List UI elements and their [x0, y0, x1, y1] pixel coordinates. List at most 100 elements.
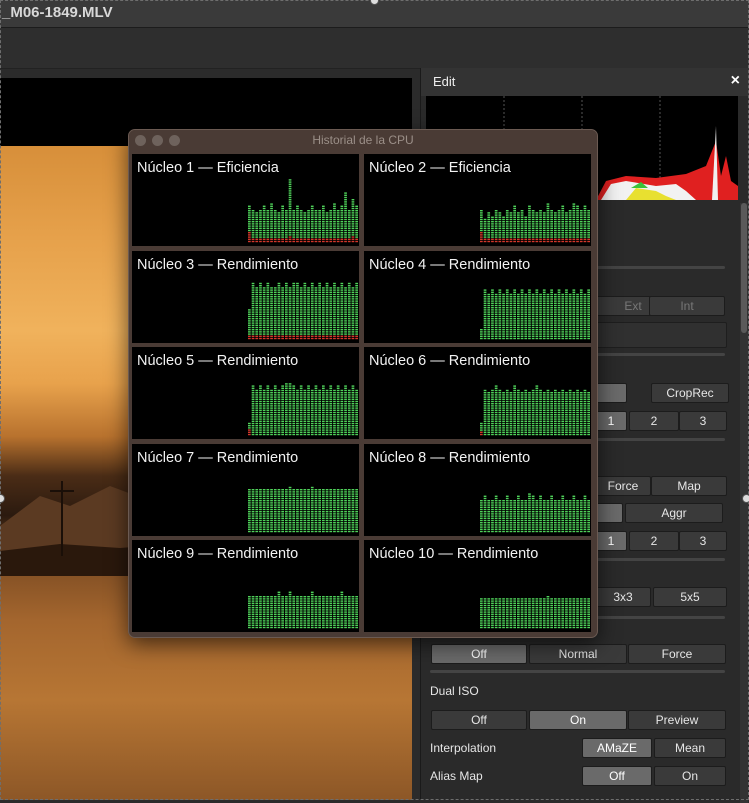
cpu-usage-bar: [517, 390, 520, 435]
cpu-usage-bar: [517, 293, 520, 338]
cpu-usage-bar: [296, 206, 299, 243]
cpu-usage-bar: [267, 489, 270, 532]
cpu-usage-bar: [547, 390, 550, 435]
resize-handle[interactable]: [742, 494, 749, 503]
value-field[interactable]: [595, 322, 727, 348]
cpu-usage-bar: [285, 282, 288, 338]
cpu-core-label: Núcleo 9 — Rendimiento: [137, 546, 298, 562]
cpu-core-label: Núcleo 7 — Rendimiento: [137, 450, 298, 466]
cpu-usage-bar: [307, 489, 310, 532]
close-icon[interactable]: ×: [731, 72, 740, 90]
cpu-usage-bar: [561, 598, 564, 628]
cpu-usage-bar: [484, 495, 487, 532]
cpu-usage-bar: [326, 489, 329, 532]
option-button-active[interactable]: [595, 383, 627, 403]
cpu-usage-bar: [296, 390, 299, 435]
5x5-button[interactable]: 5x5: [653, 587, 727, 607]
cpu-usage-bar: [318, 390, 321, 435]
cpu-usage-bar: [352, 287, 355, 339]
cpu-window-titlebar[interactable]: Historial de la CPU: [129, 130, 597, 150]
cpu-usage-bar: [573, 495, 576, 532]
cpu-usage-bar: [565, 500, 568, 532]
scroll-thumb[interactable]: [741, 203, 747, 333]
cpu-usage-bar: [281, 596, 284, 628]
cpu-usage-bar: [565, 392, 568, 435]
cpu-usage-bar: [510, 212, 513, 242]
cpu-usage-bar: [307, 385, 310, 435]
3x3-button[interactable]: 3x3: [595, 587, 651, 607]
cpu-usage-bar: [248, 489, 251, 532]
cpu-usage-bar: [255, 596, 258, 628]
cpu-usage-bar: [322, 287, 325, 339]
cpu-usage-bar: [333, 282, 336, 338]
option-1-button[interactable]: 1: [595, 531, 627, 551]
option-2-button[interactable]: 2: [629, 531, 679, 551]
cpu-usage-bar: [558, 500, 561, 532]
cpu-usage-bar: [329, 489, 332, 532]
cpu-usage-bar: [532, 293, 535, 338]
cpu-usage-bar: [502, 293, 505, 338]
cpu-usage-bar: [495, 385, 498, 435]
cpu-usage-bar: [311, 206, 314, 243]
int-button[interactable]: Int: [649, 296, 725, 316]
amaze-button[interactable]: AMaZE: [582, 738, 652, 758]
cpu-usage-bar: [547, 500, 550, 532]
edit-scrollbar[interactable]: [740, 203, 748, 803]
cpu-usage-bar: [315, 385, 318, 435]
cpu-usage-bar: [270, 203, 273, 242]
alias-map-off-button[interactable]: Off: [582, 766, 652, 786]
cpu-usage-bar: [318, 596, 321, 628]
cpu-usage-bar: [322, 489, 325, 532]
cpu-usage-bar: [550, 495, 553, 532]
cpu-history-window[interactable]: Historial de la CPU Núcleo 1 — Eficienci…: [128, 129, 598, 638]
alias-map-on-button[interactable]: On: [654, 766, 726, 786]
off-button[interactable]: Off: [431, 644, 527, 664]
cpu-usage-bar: [344, 385, 347, 435]
cpu-core-9: Núcleo 9 — Rendimiento: [132, 540, 359, 632]
cpu-usage-bar: [263, 489, 266, 532]
option-2-button[interactable]: 2: [629, 411, 679, 431]
cpu-usage-bar: [263, 206, 266, 243]
map-button[interactable]: Map: [651, 476, 727, 496]
cpu-usage-bar: [587, 289, 590, 339]
force-button[interactable]: Force: [595, 476, 651, 496]
option-3-button[interactable]: 3: [679, 531, 727, 551]
cpu-usage-bar: [502, 598, 505, 628]
cpu-usage-bar: [274, 489, 277, 532]
cpu-usage-bar: [259, 596, 262, 628]
aggr-button[interactable]: Aggr: [625, 503, 723, 523]
cpu-usage-bar: [289, 383, 292, 435]
cpu-usage-bar: [304, 390, 307, 435]
cpu-usage-bar: [584, 598, 587, 628]
cpu-usage-bar: [513, 500, 516, 532]
cpu-core-label: Núcleo 6 — Rendimiento: [369, 353, 530, 369]
cpu-usage-bar: [267, 210, 270, 242]
normal-button[interactable]: Normal: [529, 644, 627, 664]
cpu-usage-bar: [495, 293, 498, 338]
croprec-button[interactable]: CropRec: [651, 383, 729, 403]
option-button-active[interactable]: [595, 503, 623, 523]
mean-button[interactable]: Mean: [654, 738, 726, 758]
cpu-usage-bar: [491, 217, 494, 243]
cpu-usage-bar: [259, 282, 262, 338]
dual-iso-on-button[interactable]: On: [529, 710, 627, 730]
force-mode-button[interactable]: Force: [628, 644, 726, 664]
cpu-usage-bar: [528, 392, 531, 435]
option-1-button[interactable]: 1: [595, 411, 627, 431]
cpu-usage-bar: [352, 596, 355, 628]
cpu-usage-bar: [329, 596, 332, 628]
cpu-usage-bar: [510, 500, 513, 532]
dual-iso-preview-button[interactable]: Preview: [628, 710, 726, 730]
cpu-usage-bar: [318, 282, 321, 338]
cpu-usage-bar: [513, 385, 516, 435]
cpu-usage-bar: [487, 500, 490, 532]
option-3-button[interactable]: 3: [679, 411, 727, 431]
cpu-usage-bar: [333, 489, 336, 532]
cpu-usage-bar: [267, 596, 270, 628]
dual-iso-off-button[interactable]: Off: [431, 710, 527, 730]
cpu-usage-bar: [513, 206, 516, 243]
cpu-usage-bar: [547, 293, 550, 338]
cpu-usage-bar: [573, 203, 576, 242]
cpu-usage-bar: [554, 390, 557, 435]
cpu-usage-bar: [587, 392, 590, 435]
